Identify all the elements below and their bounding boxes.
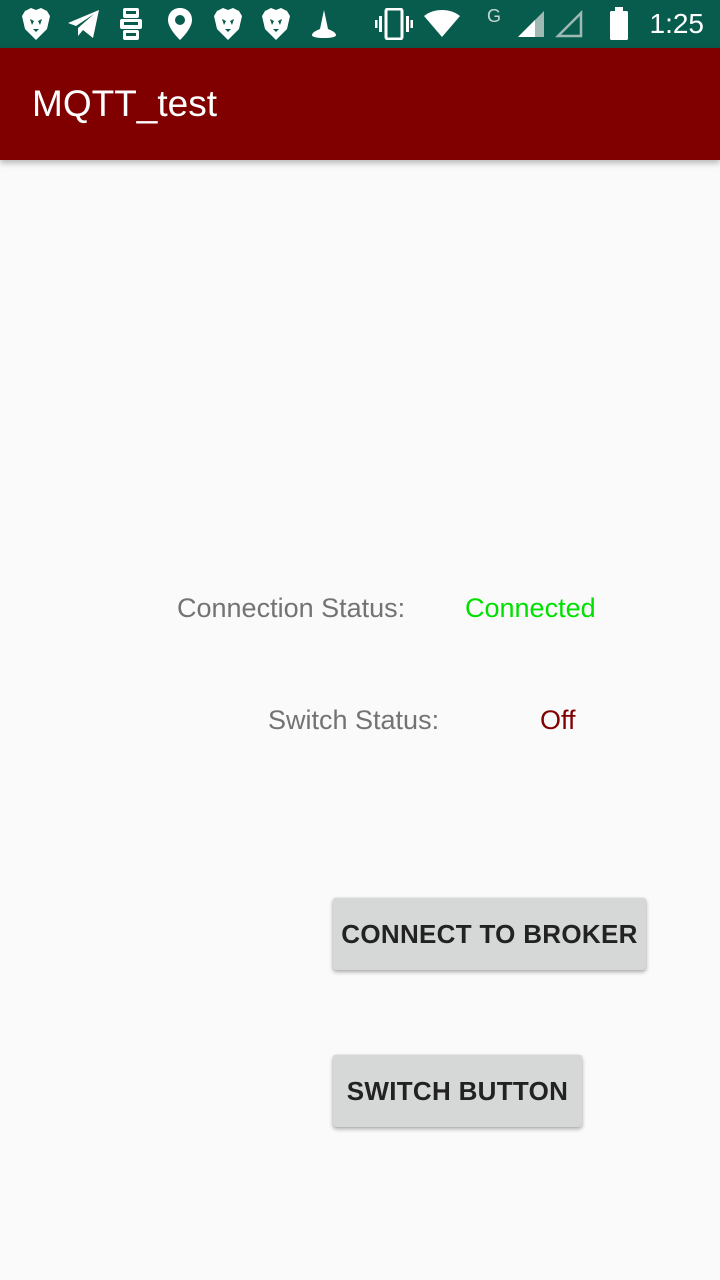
signal-icon [516, 0, 546, 48]
app-bar: MQTT_test [0, 48, 720, 160]
brave-lion-icon [258, 0, 294, 48]
connection-status-value: Connected [465, 593, 596, 623]
switch-button[interactable]: SWITCH BUTTON [333, 1055, 582, 1127]
clock: 1:25 [649, 8, 705, 39]
brave-lion-icon [18, 0, 54, 48]
switch-status-label: Switch Status: [268, 705, 440, 735]
location-pin-icon [164, 0, 196, 48]
sim-toolkit-icon [116, 0, 146, 48]
status-bar: G 1:25 [0, 0, 720, 48]
app-title: MQTT_test [32, 83, 218, 124]
switch-status-value: Off [540, 705, 576, 735]
brave-lion-icon [210, 0, 246, 48]
network-type-label: G [486, 5, 501, 26]
battery-icon [608, 0, 630, 48]
vibrate-icon [374, 0, 414, 48]
signal-empty-icon [554, 0, 584, 48]
connect-to-broker-button[interactable]: CONNECT TO BROKER [333, 898, 646, 970]
wifi-icon [422, 0, 462, 48]
telegram-icon [66, 0, 102, 48]
cone-icon [308, 0, 340, 48]
connection-status-label: Connection Status: [177, 593, 406, 623]
